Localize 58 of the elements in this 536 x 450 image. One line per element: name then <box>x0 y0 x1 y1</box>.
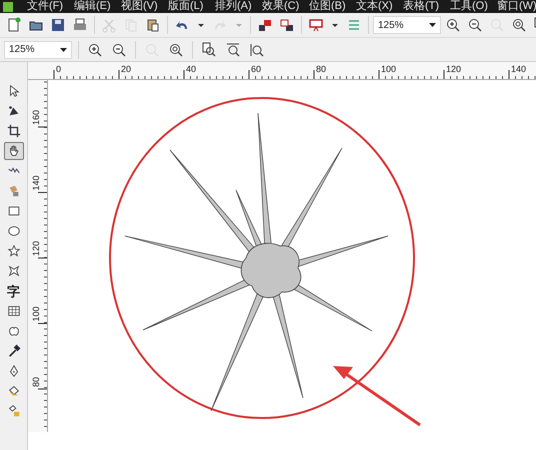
caret-icon[interactable] <box>60 48 67 52</box>
zoom-out-icon[interactable] <box>111 42 127 58</box>
menu-item[interactable]: 编辑(E) <box>74 0 121 13</box>
ruler-label: 0 <box>56 64 62 74</box>
ruler-label: 80 <box>31 376 41 387</box>
ruler-label: 160 <box>31 110 41 125</box>
menu-item[interactable]: 位图(B) <box>309 0 356 13</box>
hand-tool[interactable] <box>4 142 24 160</box>
menu-item[interactable]: 排列(A) <box>215 0 262 13</box>
menu-item[interactable]: 表格(T) <box>403 0 450 13</box>
ruler-label: 80 <box>316 64 326 74</box>
app-icon <box>3 2 13 12</box>
print-icon[interactable] <box>72 17 88 33</box>
save-icon[interactable] <box>50 17 66 33</box>
rectangle-icon <box>6 204 20 218</box>
menu-item[interactable]: 窗口(W) <box>497 0 536 13</box>
shape-node-icon <box>6 104 20 118</box>
ruler-label: 100 <box>31 306 41 322</box>
magnifier-icon[interactable] <box>511 17 527 33</box>
ruler-label: 140 <box>31 175 41 190</box>
ruler-label: 120 <box>446 64 462 74</box>
ruler-label: 20 <box>121 64 132 74</box>
new-document-icon[interactable] <box>6 17 22 33</box>
menu-item[interactable]: 视图(V) <box>121 0 168 13</box>
magnifier-icon[interactable] <box>168 42 184 58</box>
table-icon <box>6 304 20 318</box>
menu-item[interactable]: 版面(L) <box>168 0 215 13</box>
magnifier-icon[interactable] <box>249 42 265 58</box>
fill-icon <box>6 404 20 418</box>
menu-item[interactable]: 工具(O) <box>450 0 497 13</box>
paint-bucket-icon <box>6 384 20 398</box>
ruler-label: 40 <box>186 64 196 74</box>
ruler-label: 140 <box>511 64 526 74</box>
paste-icon[interactable] <box>145 17 161 33</box>
zoom-level-dropdown[interactable]: 125% <box>4 40 72 58</box>
zoom-in-icon[interactable] <box>87 42 103 58</box>
blob-icon <box>6 324 20 338</box>
shape-icon <box>6 264 20 278</box>
zoom-level-dropdown[interactable]: 125% <box>373 16 441 34</box>
export-icon[interactable] <box>279 17 295 33</box>
zoom-in-icon[interactable] <box>445 17 461 33</box>
monitor-icon[interactable] <box>308 17 324 33</box>
star-icon <box>6 244 20 258</box>
menu-item[interactable]: 效果(C) <box>262 0 309 13</box>
magnifier-icon[interactable] <box>225 42 241 58</box>
import-icon[interactable] <box>257 17 273 33</box>
ruler-label: 100 <box>381 64 396 74</box>
ruler-label: 120 <box>31 240 41 256</box>
text-tool[interactable]: 字 <box>4 282 24 300</box>
ellipse-icon <box>6 224 20 238</box>
ruler-label: 60 <box>251 64 262 74</box>
caret-icon[interactable] <box>429 23 436 27</box>
page-magnifier-icon[interactable] <box>201 42 217 58</box>
crop-icon <box>6 124 20 138</box>
zoom-out-icon[interactable] <box>467 17 483 33</box>
eyedropper-icon <box>6 344 20 358</box>
menu-item[interactable]: 文本(X) <box>356 0 403 13</box>
menu-item[interactable]: 文件(F) <box>27 0 74 13</box>
